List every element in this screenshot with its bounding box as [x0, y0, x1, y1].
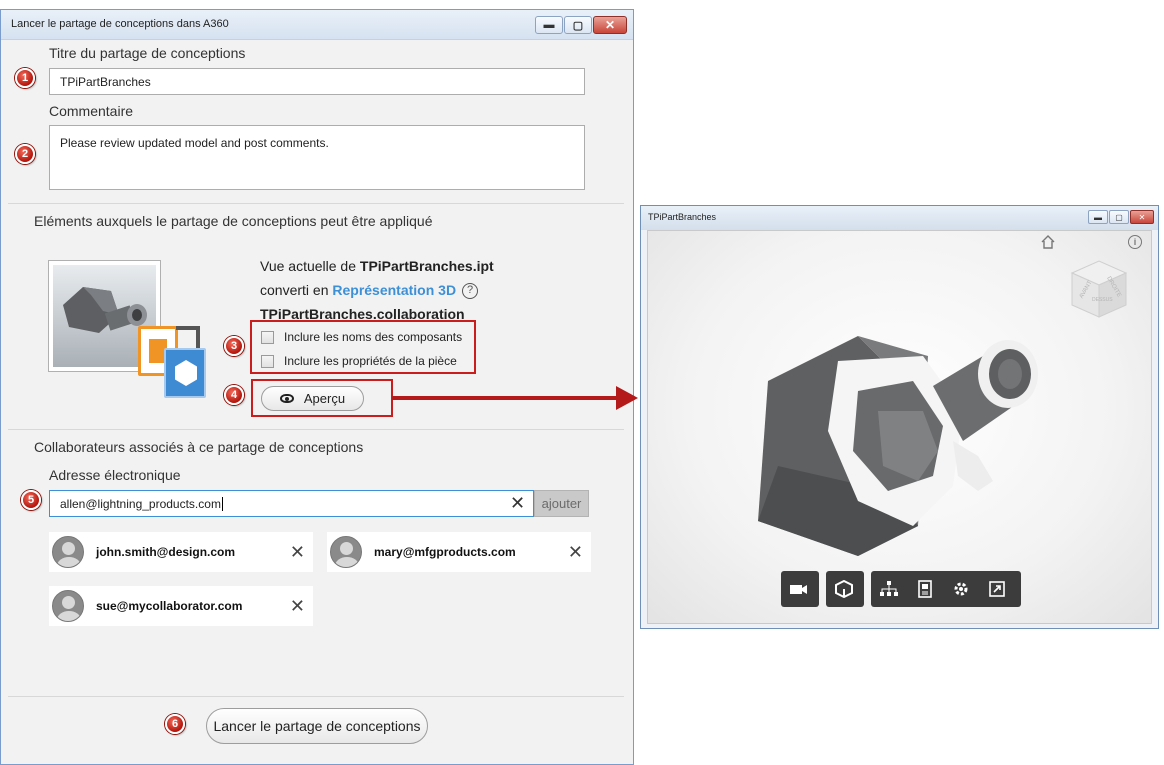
- minimize-button[interactable]: ▬: [535, 16, 563, 34]
- collaborator-email: sue@mycollaborator.com: [96, 599, 243, 613]
- collaborator-card: mary@mfgproducts.com ✕: [327, 532, 591, 572]
- annotation-arrow-head: [616, 386, 638, 410]
- close-button[interactable]: ✕: [593, 16, 627, 34]
- viewcube-icon[interactable]: AVANT DROITE DESSUS: [1064, 253, 1134, 323]
- section-divider: [8, 203, 624, 204]
- avatar: [330, 536, 362, 568]
- convert-arrow-icon: [176, 326, 200, 350]
- cube-view-icon[interactable]: [826, 571, 862, 607]
- part-properties-checkbox[interactable]: [261, 354, 274, 368]
- dialog-titlebar[interactable]: Lancer le partage de conceptions dans A3…: [1, 10, 633, 40]
- viewer-canvas[interactable]: i AVANT DROITE DESSUS: [647, 230, 1152, 624]
- text-cursor: [221, 496, 223, 511]
- annotation-arrow-line: [392, 396, 620, 400]
- clear-email-icon[interactable]: ✕: [510, 493, 525, 514]
- section-divider: [8, 696, 624, 697]
- collaborator-email: john.smith@design.com: [96, 545, 236, 559]
- viewcube-top-label: DESSUS: [1092, 297, 1113, 303]
- view-prefix: Vue actuelle de: [260, 258, 360, 274]
- email-input-value: allen@lightning_products.com: [60, 496, 221, 511]
- home-icon[interactable]: [1041, 235, 1055, 249]
- info-icon[interactable]: i: [1128, 235, 1142, 249]
- viewer-maximize-button[interactable]: ▢: [1109, 210, 1129, 224]
- help-icon[interactable]: ?: [462, 283, 479, 300]
- part-3d-model[interactable]: [738, 316, 1038, 566]
- maximize-button[interactable]: ▢: [564, 16, 592, 34]
- fullscreen-icon[interactable]: [979, 571, 1015, 607]
- component-names-checkbox[interactable]: [261, 330, 274, 344]
- preview-button-label: Aperçu: [303, 391, 346, 406]
- close-icon: ✕: [604, 18, 616, 32]
- view-file-name: TPiPartBranches.ipt: [359, 258, 494, 274]
- step-badge-6: 6: [165, 714, 185, 734]
- part-properties-label: Inclure les propriétés de la pièce: [284, 354, 457, 368]
- preview-button[interactable]: Aperçu: [261, 386, 364, 411]
- remove-collaborator-icon[interactable]: ✕: [290, 596, 305, 617]
- eye-icon: [279, 394, 294, 403]
- add-collaborator-button[interactable]: ajouter: [534, 490, 589, 517]
- step-badge-1: 1: [15, 68, 35, 88]
- design-title-label: Titre du partage de conceptions: [49, 45, 246, 61]
- remove-collaborator-icon[interactable]: ✕: [568, 542, 583, 563]
- comment-label: Commentaire: [49, 103, 134, 119]
- email-label: Adresse électronique: [49, 467, 181, 483]
- preview-viewer-window: TPiPartBranches ▬ ▢ ✕ i AVANT DROITE DES…: [640, 205, 1159, 629]
- view-line-2: converti en Représentation 3D?: [260, 282, 479, 300]
- step-badge-2: 2: [15, 144, 35, 164]
- representation-link[interactable]: Représentation 3D: [332, 282, 456, 298]
- section-divider: [8, 429, 624, 430]
- viewer-window-controls: ▬ ▢ ✕: [1087, 210, 1154, 224]
- minimize-icon: ▬: [543, 19, 555, 31]
- collaborator-card: john.smith@design.com ✕: [49, 532, 313, 572]
- collaborator-card: sue@mycollaborator.com ✕: [49, 586, 313, 626]
- option-component-names[interactable]: Inclure les noms des composants: [261, 330, 462, 344]
- camera-toolbar-group: [781, 571, 819, 607]
- maximize-icon: ▢: [572, 19, 584, 32]
- viewer-title: TPiPartBranches: [648, 212, 717, 222]
- option-part-properties[interactable]: Inclure les propriétés de la pièce: [261, 354, 457, 368]
- model-toolbar-group: [871, 571, 1021, 607]
- cube-toolbar-group: [826, 571, 864, 607]
- properties-icon[interactable]: [907, 571, 943, 607]
- viewer-titlebar[interactable]: TPiPartBranches ▬ ▢ ✕: [641, 206, 1158, 230]
- settings-icon[interactable]: [943, 571, 979, 607]
- collaborators-heading: Collaborateurs associés à ce partage de …: [34, 439, 364, 455]
- collaborator-email: mary@mfgproducts.com: [374, 545, 516, 559]
- avatar: [52, 590, 84, 622]
- view-line-1: Vue actuelle de TPiPartBranches.ipt: [260, 258, 494, 274]
- viewer-minimize-button[interactable]: ▬: [1088, 210, 1108, 224]
- avatar: [52, 536, 84, 568]
- convert-prefix: converti en: [260, 282, 333, 298]
- launch-share-button[interactable]: Lancer le partage de conceptions: [206, 708, 428, 744]
- step-badge-5: 5: [21, 490, 41, 510]
- viewer-close-button[interactable]: ✕: [1130, 210, 1154, 224]
- window-controls: ▬ ▢ ✕: [534, 16, 627, 34]
- camera-icon[interactable]: [781, 571, 817, 607]
- email-input[interactable]: allen@lightning_products.com: [49, 490, 534, 517]
- component-names-label: Inclure les noms des composants: [284, 330, 463, 344]
- elements-heading: Eléments auxquels le partage de concepti…: [34, 213, 433, 229]
- step-badge-3: 3: [224, 336, 244, 356]
- collaboration-file-icon: [164, 348, 206, 398]
- comment-textarea[interactable]: Please review updated model and post com…: [49, 125, 585, 190]
- remove-collaborator-icon[interactable]: ✕: [290, 542, 305, 563]
- step-badge-4: 4: [224, 385, 244, 405]
- design-title-input[interactable]: TPiPartBranches: [49, 68, 585, 95]
- structure-icon[interactable]: [871, 571, 907, 607]
- dialog-title: Lancer le partage de conceptions dans A3…: [11, 18, 229, 30]
